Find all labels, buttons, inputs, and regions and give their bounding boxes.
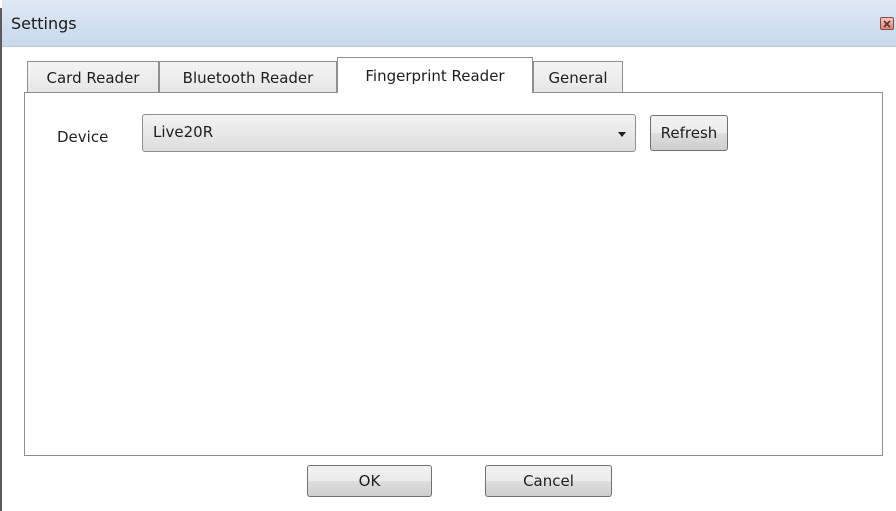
tab-fingerprint-reader[interactable]: Fingerprint Reader [337,57,533,93]
refresh-button[interactable]: Refresh [650,115,728,151]
chevron-down-icon [618,132,626,137]
device-select[interactable]: Live20R [142,114,636,152]
tab-general[interactable]: General [533,61,623,93]
tab-card-reader[interactable]: Card Reader [27,61,159,93]
ok-button[interactable]: OK [307,465,432,497]
close-icon [883,19,891,28]
device-label: Device [57,128,109,146]
tab-label: Bluetooth Reader [182,68,314,87]
close-button[interactable] [880,17,894,30]
settings-window: Settings Card Reader Bluetooth Reader Fi… [0,0,896,511]
cancel-button-label: Cancel [523,472,574,490]
dialog-client-area: Card Reader Bluetooth Reader Fingerprint… [2,48,896,511]
fingerprint-reader-panel: Device Live20R Refresh [24,92,883,456]
tab-label: Card Reader [46,68,140,87]
ok-button-label: OK [358,472,381,490]
cancel-button[interactable]: Cancel [485,465,612,497]
refresh-button-label: Refresh [660,124,718,142]
device-select-value: Live20R [153,123,214,141]
window-title: Settings [11,14,77,33]
tab-label: Fingerprint Reader [365,66,505,85]
title-bar[interactable]: Settings [2,0,896,47]
tab-bluetooth-reader[interactable]: Bluetooth Reader [159,61,337,93]
tab-label: General [548,68,608,87]
